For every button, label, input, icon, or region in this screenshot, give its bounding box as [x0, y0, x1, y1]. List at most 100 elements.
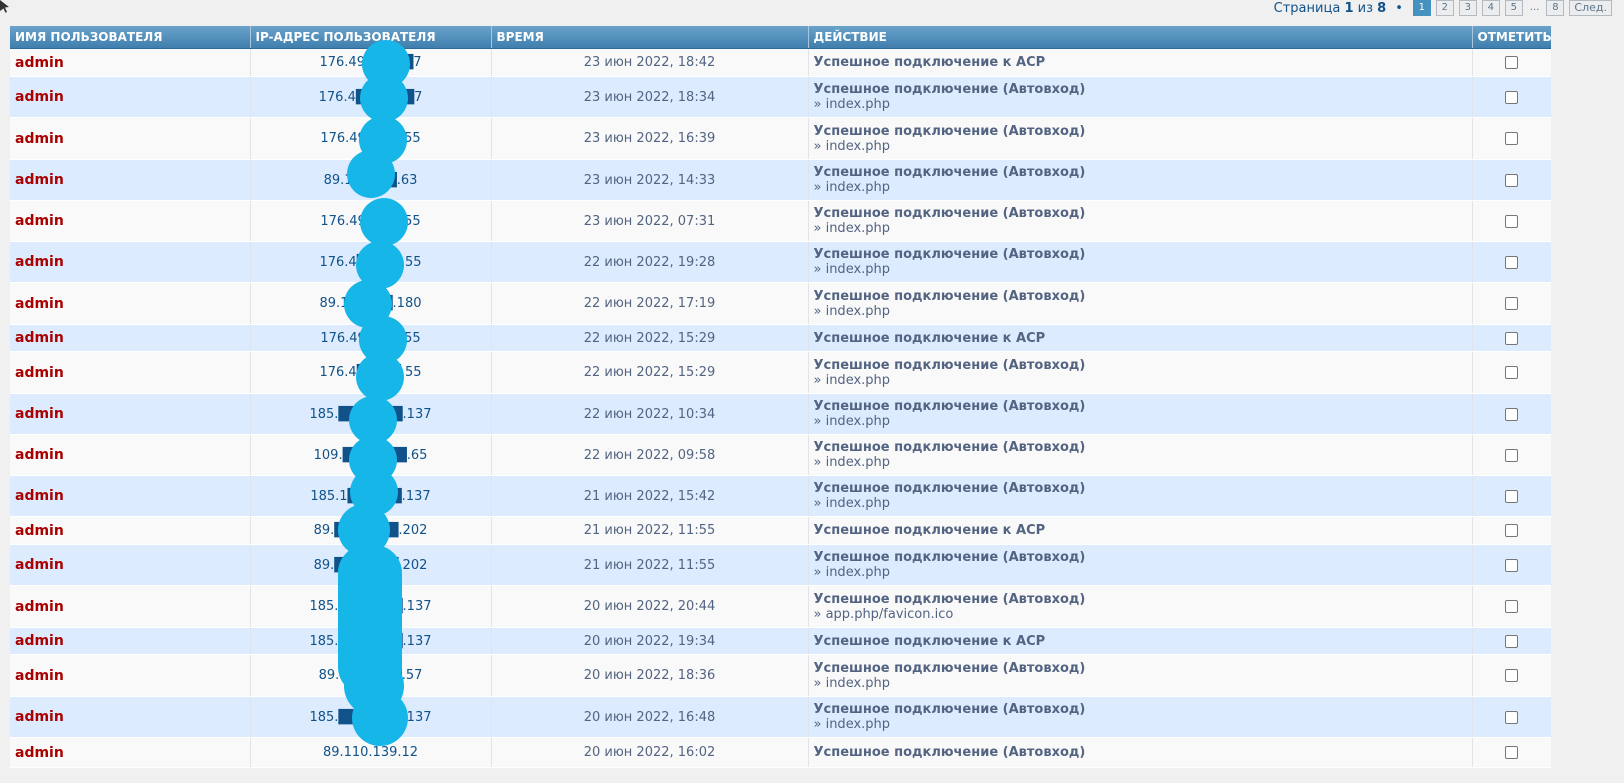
username-link[interactable]: admin — [10, 159, 251, 201]
mark-checkbox[interactable] — [1505, 255, 1519, 269]
action-cell: Успешное подключение (Автовход)» index.p… — [808, 696, 1473, 738]
action-cell: Успешное подключение (Автовход)» index.p… — [808, 654, 1473, 697]
ip-address-link[interactable]: 176.49.███.█7 — [250, 48, 492, 77]
ip-address-link[interactable]: 176.49.███.55 — [250, 117, 492, 160]
username-link[interactable]: admin — [10, 324, 251, 352]
column-header-username[interactable]: ИМЯ ПОЛЬЗОВАТЕЛЯ — [10, 26, 251, 49]
username-link[interactable]: admin — [10, 696, 251, 738]
page-link-2[interactable]: 2 — [1435, 0, 1454, 16]
mark-checkbox[interactable] — [1505, 448, 1519, 462]
mark-checkbox[interactable] — [1505, 669, 1519, 682]
ip-address-link[interactable]: 89.███.███.202 — [250, 516, 492, 545]
ip-address-link[interactable]: 185.███.███.137 — [250, 585, 492, 628]
action-title: Успешное подключение (Автовход) — [813, 660, 1086, 676]
action-title: Успешное подключение (Автовход) — [813, 745, 1086, 760]
timestamp: 22 июн 2022, 19:28 — [491, 241, 809, 283]
mark-cell — [1472, 159, 1551, 201]
username-link[interactable]: admin — [10, 627, 251, 655]
ip-address-link[interactable]: 185.███.███.137 — [250, 393, 492, 435]
column-header-ip[interactable]: IP-АДРЕС ПОЛЬЗОВАТЕЛЯ — [250, 26, 492, 49]
username-link[interactable]: admin — [10, 117, 251, 160]
username-link[interactable]: admin — [10, 434, 251, 476]
action-title: Успешное подключение (Автовход) — [813, 82, 1086, 97]
column-header-mark: ОТМЕТИТЬ — [1472, 26, 1551, 49]
username-link[interactable]: admin — [10, 737, 251, 768]
mark-checkbox[interactable] — [1505, 524, 1519, 537]
timestamp: 23 июн 2022, 16:39 — [491, 117, 809, 160]
timestamp: 22 июн 2022, 10:34 — [491, 393, 809, 435]
mark-cell — [1472, 117, 1551, 160]
username-link[interactable]: admin — [10, 282, 251, 325]
ip-address-link[interactable]: 89.110.139.12 — [250, 737, 492, 768]
column-header-time[interactable]: ВРЕМЯ — [491, 26, 809, 49]
ip-address-link[interactable]: 109.███.███.65 — [250, 434, 492, 476]
mark-checkbox[interactable] — [1505, 746, 1519, 759]
action-title: Успешное подключение (Автовход) — [813, 440, 1086, 455]
table-row: admin 176.4█.███.█7 23 июн 2022, 18:34 Успе… — [10, 76, 1551, 118]
username-link[interactable]: admin — [10, 516, 251, 545]
ip-address-link[interactable]: 89.1█.███.180 — [250, 282, 492, 325]
username-link[interactable]: admin — [10, 76, 251, 118]
ip-address-link[interactable]: 176.4█.███.55 — [250, 241, 492, 283]
mark-checkbox[interactable] — [1505, 600, 1519, 613]
mark-checkbox[interactable] — [1505, 214, 1519, 228]
username-link[interactable]: admin — [10, 200, 251, 242]
action-title: Успешное подключение (Автовход) — [813, 550, 1086, 565]
mark-checkbox[interactable] — [1505, 558, 1519, 572]
username-link[interactable]: admin — [10, 475, 251, 517]
ip-address-link[interactable]: 176.49.███.55 — [250, 324, 492, 352]
timestamp: 21 июн 2022, 11:55 — [491, 544, 809, 586]
username-link[interactable]: admin — [10, 48, 251, 77]
ip-address-link[interactable]: 185.███.███.137 — [250, 696, 492, 738]
ip-address-link[interactable]: 89.1██.███.57 — [250, 654, 492, 697]
column-header-action[interactable]: ДЕЙСТВИЕ — [808, 26, 1473, 49]
page-link-5[interactable]: 5 — [1504, 0, 1523, 16]
action-title: Успешное подключение к АСР — [813, 55, 1046, 70]
ip-address-link[interactable]: 185.1██.███.137 — [250, 475, 492, 517]
mark-cell — [1472, 475, 1551, 517]
ip-address-link[interactable]: 176.4█.███.█7 — [250, 76, 492, 118]
action-page: » index.php — [813, 262, 891, 277]
table-row: admin 89.1█.███.63 23 июн 2022, 14:33 Успеш… — [10, 159, 1551, 201]
action-cell: Успешное подключение (Автовход)» index.p… — [808, 200, 1473, 242]
table-row: admin 89.███.███.202 21 июн 2022, 11:55 Усп… — [10, 516, 1551, 545]
mark-checkbox[interactable] — [1505, 634, 1519, 648]
username-link[interactable]: admin — [10, 544, 251, 586]
mark-checkbox[interactable] — [1505, 132, 1519, 145]
ip-address-link[interactable]: 176.49.███.55 — [250, 200, 492, 242]
username-link[interactable]: admin — [10, 654, 251, 697]
ip-address-link[interactable]: 89.1█.███.63 — [250, 159, 492, 201]
action-cell: Успешное подключение к АСР — [808, 324, 1473, 352]
mark-checkbox[interactable] — [1505, 710, 1519, 724]
mark-checkbox[interactable] — [1505, 173, 1519, 187]
page-link-1[interactable]: 1 — [1412, 0, 1431, 16]
table-row: admin 176.49.███.55 23 июн 2022, 16:39 Успе… — [10, 117, 1551, 160]
timestamp: 21 июн 2022, 11:55 — [491, 516, 809, 545]
username-link[interactable]: admin — [10, 393, 251, 435]
timestamp: 20 июн 2022, 20:44 — [491, 585, 809, 628]
mark-checkbox[interactable] — [1505, 297, 1519, 310]
ip-address-link[interactable]: 185.███.███.137 — [250, 627, 492, 655]
mark-checkbox[interactable] — [1505, 366, 1519, 379]
username-link[interactable]: admin — [10, 241, 251, 283]
mark-checkbox[interactable] — [1505, 90, 1519, 104]
current-page: 1 — [1344, 0, 1354, 16]
pagination-label: Страница 1 из 8 — [1273, 0, 1387, 16]
username-link[interactable]: admin — [10, 585, 251, 628]
table-row: admin 89.110.139.12 20 июн 2022, 16:02 Успе… — [10, 737, 1551, 768]
action-cell: Успешное подключение (Автовход) — [808, 737, 1473, 768]
next-page-button[interactable]: След. — [1569, 0, 1612, 16]
username-link[interactable]: admin — [10, 351, 251, 394]
page-link-last[interactable]: 8 — [1546, 0, 1565, 16]
page-link-4[interactable]: 4 — [1481, 0, 1500, 16]
mark-checkbox[interactable] — [1505, 331, 1519, 345]
action-cell: Успешное подключение к АСР — [808, 627, 1473, 655]
mark-checkbox[interactable] — [1505, 56, 1519, 69]
mark-checkbox[interactable] — [1505, 407, 1519, 421]
mark-checkbox[interactable] — [1505, 489, 1519, 503]
ip-address-link[interactable]: 89.███.███.202 — [250, 544, 492, 586]
ip-address-link[interactable]: 176.4█.███.55 — [250, 351, 492, 394]
page-link-3[interactable]: 3 — [1458, 0, 1477, 16]
mark-cell — [1472, 627, 1551, 655]
action-page: » index.php — [813, 303, 891, 319]
